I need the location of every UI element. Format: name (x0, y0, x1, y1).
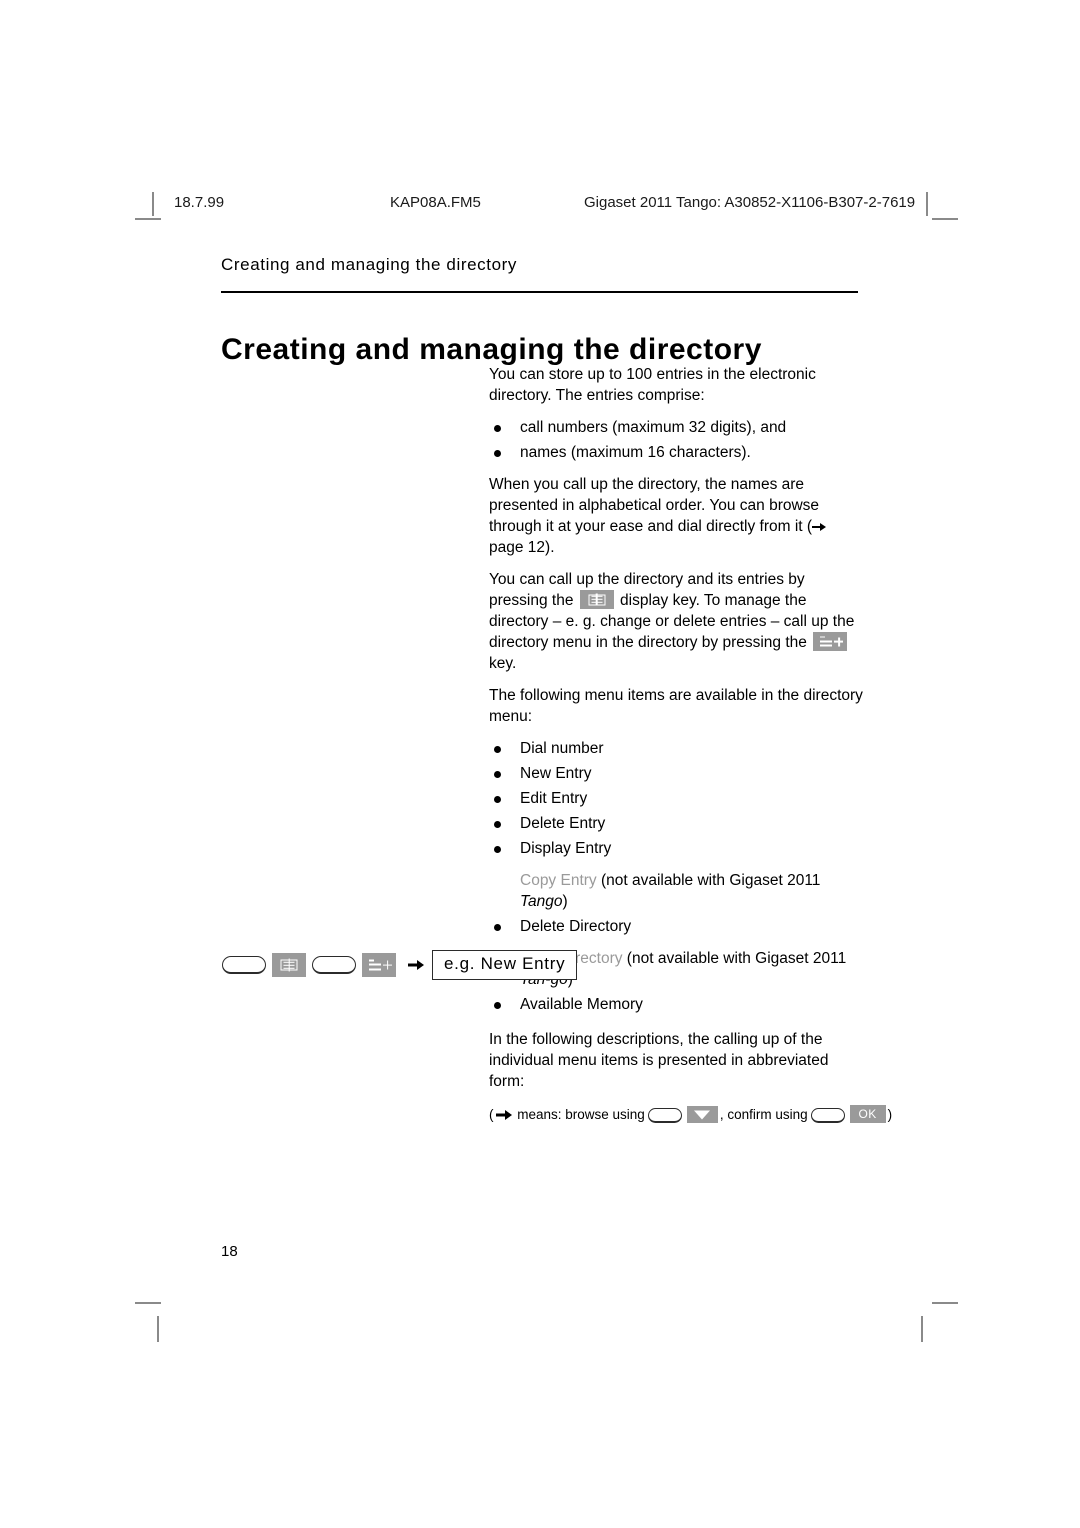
list-item: call numbers (maximum 32 digits), and (489, 417, 864, 438)
bullet-icon (494, 1002, 501, 1009)
list-item-display-entry: Display Entry (489, 838, 864, 859)
alphabetical-paragraph: When you call up the directory, the name… (489, 474, 864, 558)
soft-key-icon[interactable] (647, 1108, 682, 1123)
list-item-available-memory: Available Memory (489, 994, 864, 1015)
bullet-icon (494, 924, 501, 931)
alphabetical-text-part2: page 12). (489, 539, 555, 556)
bullet-icon (494, 846, 501, 853)
page-header: 18.7.99 KAP08A.FM5 Gigaset 2011 Tango: A… (152, 192, 928, 216)
crop-mark-bottom-right (932, 1302, 958, 1304)
soft-key-icon[interactable] (810, 1108, 845, 1123)
crop-mark-top-left (135, 218, 161, 220)
directory-menu-key-icon[interactable] (813, 632, 848, 651)
callup-text-part3: key. (489, 655, 517, 672)
list-item-label: Edit Entry (520, 790, 588, 807)
delete-directory-list: Delete Directory (489, 916, 864, 937)
list-item-label: Available Memory (520, 996, 643, 1013)
alphabetical-text-part1: When you call up the directory, the name… (489, 476, 820, 535)
copy-directory-note-pre: (not available with Gigaset 2011 (622, 950, 847, 967)
header-document-id: Gigaset 2011 Tango: A30852-X1106-B307-2-… (584, 194, 916, 211)
title-divider (221, 291, 858, 293)
directory-book-key-icon[interactable] (579, 590, 614, 609)
bullet-icon (494, 771, 501, 778)
arrow-right-icon (408, 960, 424, 970)
list-item-copy-entry: Copy Entry (not available with Gigaset 2… (489, 870, 864, 912)
list-item: names (maximum 16 characters). (489, 442, 864, 463)
directory-menu-key-icon[interactable] (362, 953, 396, 977)
directory-menu-list: Dial number New Entry Edit Entry Delete … (489, 738, 864, 859)
list-item-delete-entry: Delete Entry (489, 813, 864, 834)
available-memory-list: Available Memory (489, 994, 864, 1015)
directory-book-key-icon[interactable] (272, 953, 306, 977)
arrow-right-icon (495, 1110, 512, 1120)
menu-intro-paragraph: The following menu items are available i… (489, 687, 863, 725)
crop-tick-bottom-right (921, 1316, 923, 1342)
list-item-new-entry: New Entry (489, 763, 864, 784)
entry-type-list: call numbers (maximum 32 digits), and na… (489, 417, 864, 463)
legend-open-paren: ( (489, 1107, 494, 1122)
legend-means-text: means: browse using (513, 1107, 645, 1122)
ok-key-icon[interactable]: OK (849, 1105, 886, 1123)
header-rule-right (926, 192, 928, 216)
header-filename: KAP08A.FM5 (390, 194, 481, 211)
list-item-label: Display Entry (520, 840, 612, 857)
page-title: Creating and managing the directory (221, 333, 762, 367)
copy-entry-note-model: Tango (520, 893, 563, 910)
soft-key-icon[interactable] (222, 956, 266, 974)
legend-confirm-text: , confirm using (719, 1107, 808, 1122)
list-item-edit-entry: Edit Entry (489, 788, 864, 809)
copy-entry-note-post: ) (562, 893, 568, 910)
bullet-icon (494, 796, 501, 803)
copy-entry-note-pre: (not available with Gigaset 2011 (596, 872, 821, 889)
intro-paragraph: You can store up to 100 entries in the e… (489, 366, 816, 404)
ok-key-label: OK (858, 1107, 877, 1121)
arrow-right-icon (812, 522, 827, 532)
running-title: Creating and managing the directory (221, 255, 517, 274)
bullet-icon (494, 746, 501, 753)
legend-line: ( means: browse using , confirm using OK) (489, 1105, 892, 1125)
page-number: 18 (221, 1243, 238, 1260)
crop-tick-bottom-left (157, 1316, 159, 1342)
abbreviated-form-paragraph: In the following descriptions, the calli… (489, 1031, 829, 1090)
header-rule-left (152, 192, 154, 216)
bullet-icon (494, 450, 501, 457)
callup-paragraph: You can call up the directory and its en… (489, 569, 864, 674)
body-column: You can store up to 100 entries in the e… (489, 364, 892, 1125)
list-item-label: Dial number (520, 740, 604, 757)
list-item-label: New Entry (520, 765, 592, 782)
soft-key-icon[interactable] (312, 956, 356, 974)
down-arrow-key-icon[interactable] (686, 1106, 718, 1123)
legend-close-paren: ) (887, 1107, 893, 1122)
crop-mark-bottom-left (135, 1302, 161, 1304)
example-key-sequence: e.g. New Entry (222, 950, 578, 980)
list-item-label: call numbers (maximum 32 digits), and (520, 419, 787, 436)
header-date: 18.7.99 (174, 194, 225, 211)
list-item-label: names (maximum 16 characters). (520, 444, 751, 461)
bullet-icon (494, 821, 501, 828)
example-menu-item-box: e.g. New Entry (432, 950, 578, 980)
list-item-label: Delete Directory (520, 918, 632, 935)
list-item-delete-directory: Delete Directory (489, 916, 864, 937)
list-item-dial-number: Dial number (489, 738, 864, 759)
crop-mark-top-right (932, 218, 958, 220)
list-item-label: Delete Entry (520, 815, 606, 832)
bullet-icon (494, 425, 501, 432)
list-item-label: Copy Entry (520, 872, 597, 889)
